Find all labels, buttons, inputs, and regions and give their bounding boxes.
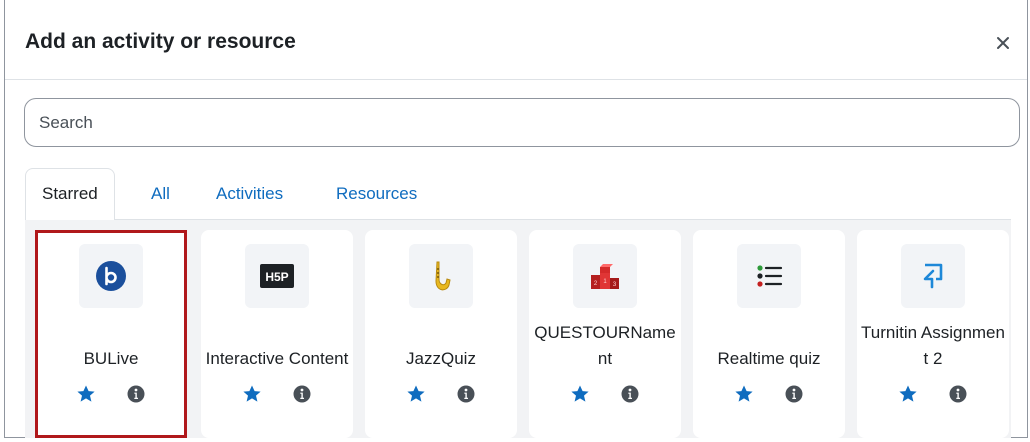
info-icon[interactable]: [784, 384, 804, 404]
modal-title: Add an activity or resource: [25, 30, 296, 53]
star-icon[interactable]: [76, 384, 96, 404]
tab-list: Starred All Activities Resources: [25, 168, 1011, 221]
tab-activities[interactable]: Activities: [216, 168, 283, 220]
tab-all[interactable]: All: [151, 168, 170, 220]
activity-name: Interactive Content: [205, 349, 349, 368]
star-icon[interactable]: [570, 384, 590, 404]
info-icon[interactable]: [292, 384, 312, 404]
activity-card-turnitin-assignment-2[interactable]: Turnitin Assignment 2: [857, 230, 1009, 438]
star-icon[interactable]: [242, 384, 262, 404]
star-icon[interactable]: [406, 384, 426, 404]
bulive-icon: [79, 244, 143, 308]
close-button[interactable]: [989, 27, 1017, 59]
activity-card-jazzquiz[interactable]: JazzQuiz: [365, 230, 517, 438]
activity-name: Realtime quiz: [717, 349, 821, 368]
turnitin-icon: [901, 244, 965, 308]
activity-grid: BULive H5P Interactive Content JazzQuiz …: [25, 220, 1011, 438]
star-icon[interactable]: [898, 384, 918, 404]
card-actions: [38, 382, 184, 406]
tab-resources[interactable]: Resources: [336, 168, 417, 220]
activity-name: JazzQuiz: [406, 349, 476, 368]
info-icon[interactable]: [126, 384, 146, 404]
saxophone-icon: [409, 244, 473, 308]
activity-card-bulive[interactable]: BULive: [35, 230, 187, 438]
activity-name: BULive: [83, 349, 139, 368]
card-actions: [201, 382, 353, 406]
card-actions: [693, 382, 845, 406]
close-icon: [997, 37, 1009, 49]
podium-icon: 1 2 3: [573, 244, 637, 308]
add-activity-modal: Add an activity or resource Starred All …: [4, 0, 1028, 438]
card-actions: [365, 382, 517, 406]
activity-card-realtime-quiz[interactable]: Realtime quiz: [693, 230, 845, 438]
card-actions: [857, 382, 1009, 406]
info-icon[interactable]: [620, 384, 640, 404]
search-input[interactable]: [24, 98, 1020, 147]
h5p-icon: H5P: [245, 244, 309, 308]
star-icon[interactable]: [734, 384, 754, 404]
svg-text:H5P: H5P: [265, 270, 288, 284]
activity-card-interactive-content[interactable]: H5P Interactive Content: [201, 230, 353, 438]
activity-name: Turnitin Assignment 2: [861, 323, 1005, 368]
info-icon[interactable]: [456, 384, 476, 404]
list-icon: [737, 244, 801, 308]
info-icon[interactable]: [948, 384, 968, 404]
card-actions: [529, 382, 681, 406]
activity-name: QUESTOURNament: [534, 323, 676, 368]
activity-card-questournament[interactable]: 1 2 3 QUESTOURNament: [529, 230, 681, 438]
tab-starred[interactable]: Starred: [25, 168, 115, 221]
modal-header: Add an activity or resource: [5, 0, 1027, 80]
